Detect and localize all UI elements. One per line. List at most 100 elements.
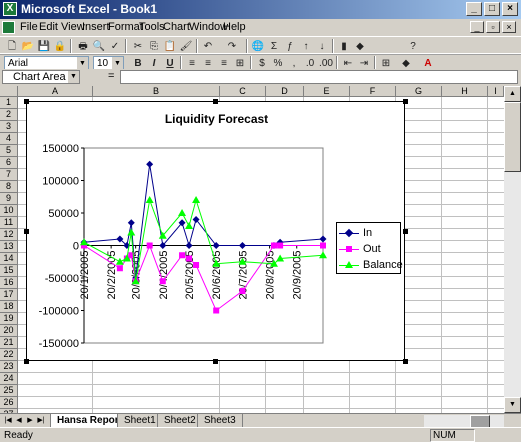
menu-edit[interactable]: Edit bbox=[39, 21, 58, 33]
worksheet-grid[interactable]: A B C D E F G H I 1 2 3 4 5 6 7 8 9 10 11 12 13 14 15 1… bbox=[0, 86, 521, 413]
resize-handle[interactable] bbox=[403, 99, 408, 104]
column-header-h[interactable]: H bbox=[442, 86, 488, 97]
print-icon[interactable]: 🖶 bbox=[75, 39, 91, 54]
row-header-5[interactable]: 5 bbox=[0, 145, 18, 157]
workbook-icon[interactable] bbox=[2, 21, 15, 34]
menu-file[interactable]: File bbox=[20, 21, 38, 33]
open-icon[interactable]: 📂 bbox=[20, 39, 36, 54]
row-header-18[interactable]: 18 bbox=[0, 301, 18, 313]
sort-descending-icon[interactable]: ↓ bbox=[314, 39, 330, 54]
chevron-down-icon[interactable]: ▼ bbox=[68, 71, 79, 83]
row-header-25[interactable]: 25 bbox=[0, 385, 18, 397]
formula-input[interactable] bbox=[120, 70, 518, 84]
paste-icon[interactable]: 📋 bbox=[162, 39, 178, 54]
vertical-scroll-thumb[interactable] bbox=[504, 102, 521, 172]
row-header-21[interactable]: 21 bbox=[0, 337, 18, 349]
row-header-10[interactable]: 10 bbox=[0, 205, 18, 217]
column-header-a[interactable]: A bbox=[18, 86, 93, 97]
row-header-26[interactable]: 26 bbox=[0, 397, 18, 409]
x-tick-label: 20/6/2005 bbox=[211, 251, 223, 300]
column-header-g[interactable]: G bbox=[396, 86, 442, 97]
column-header-c[interactable]: C bbox=[220, 86, 266, 97]
row-header-1[interactable]: 1 bbox=[0, 97, 18, 109]
row-header-7[interactable]: 7 bbox=[0, 169, 18, 181]
row-header-22[interactable]: 22 bbox=[0, 349, 18, 361]
row-header-2[interactable]: 2 bbox=[0, 109, 18, 121]
autosum-icon[interactable]: Σ bbox=[266, 39, 282, 54]
row-header-19[interactable]: 19 bbox=[0, 313, 18, 325]
row-header-15[interactable]: 15 bbox=[0, 265, 18, 277]
resize-handle[interactable] bbox=[213, 359, 218, 364]
function-icon[interactable]: ƒ bbox=[282, 39, 298, 54]
vertical-scrollbar[interactable]: ▲ ▼ bbox=[504, 86, 521, 413]
hyperlink-icon[interactable]: 🌐 bbox=[250, 39, 266, 54]
close-button[interactable]: × bbox=[502, 2, 518, 16]
save-icon[interactable]: 💾 bbox=[36, 39, 52, 54]
resize-handle[interactable] bbox=[213, 99, 218, 104]
chart-area[interactable]: Liquidity Forecast 150000 100000 50000 0 -50… bbox=[26, 101, 405, 361]
column-header-d[interactable]: D bbox=[266, 86, 304, 97]
row-header-4[interactable]: 4 bbox=[0, 133, 18, 145]
maximize-button[interactable]: □ bbox=[484, 2, 500, 16]
column-header-i[interactable]: I bbox=[488, 86, 504, 97]
select-all-corner[interactable] bbox=[0, 86, 18, 97]
sheet-tab-sheet3[interactable]: Sheet3 bbox=[197, 414, 243, 428]
chart-legend[interactable]: In Out Balance bbox=[336, 222, 403, 274]
row-header-24[interactable]: 24 bbox=[0, 373, 18, 385]
row-header-3[interactable]: 3 bbox=[0, 121, 18, 133]
help-icon[interactable]: ? bbox=[405, 39, 421, 54]
resize-handle[interactable] bbox=[403, 359, 408, 364]
row-header-14[interactable]: 14 bbox=[0, 253, 18, 265]
row-header-6[interactable]: 6 bbox=[0, 157, 18, 169]
resize-handle[interactable] bbox=[24, 99, 29, 104]
row-header-13[interactable]: 13 bbox=[0, 241, 18, 253]
column-header-f[interactable]: F bbox=[350, 86, 396, 97]
format-painter-icon[interactable]: 🖌 bbox=[178, 39, 194, 54]
menu-insert[interactable]: Insert bbox=[82, 21, 110, 33]
column-header-e[interactable]: E bbox=[304, 86, 350, 97]
column-header-b[interactable]: B bbox=[93, 86, 220, 97]
new-icon[interactable]: 🗋 bbox=[4, 39, 20, 54]
row-header-20[interactable]: 20 bbox=[0, 325, 18, 337]
copy-icon[interactable]: ⎘ bbox=[146, 39, 162, 54]
row-header-23[interactable]: 23 bbox=[0, 361, 18, 373]
prev-sheet-icon[interactable]: ◀ bbox=[14, 415, 24, 427]
undo-icon[interactable]: ↶ bbox=[200, 39, 216, 54]
sheet-tab-sheet2[interactable]: Sheet2 bbox=[157, 414, 203, 428]
drawing-icon[interactable]: ◆ bbox=[352, 39, 368, 54]
menu-chart[interactable]: Chart bbox=[163, 21, 190, 33]
scroll-down-icon[interactable]: ▼ bbox=[504, 397, 521, 413]
resize-handle[interactable] bbox=[24, 229, 29, 234]
excel-app-icon[interactable]: X bbox=[3, 2, 17, 16]
row-header-16[interactable]: 16 bbox=[0, 277, 18, 289]
doc-minimize-button[interactable]: _ bbox=[470, 21, 484, 33]
minimize-button[interactable]: _ bbox=[466, 2, 482, 16]
sheet-tab-sheet1[interactable]: Sheet1 bbox=[117, 414, 163, 428]
scroll-up-icon[interactable]: ▲ bbox=[504, 86, 521, 102]
row-header-17[interactable]: 17 bbox=[0, 289, 18, 301]
row-header-11[interactable]: 11 bbox=[0, 217, 18, 229]
chart-wizard-icon[interactable]: ▮ bbox=[336, 39, 352, 54]
row-header-12[interactable]: 12 bbox=[0, 229, 18, 241]
row-header-8[interactable]: 8 bbox=[0, 181, 18, 193]
first-sheet-icon[interactable]: |◀ bbox=[3, 415, 13, 427]
doc-restore-button[interactable]: ▫ bbox=[486, 21, 500, 33]
print-preview-icon[interactable]: 🔍 bbox=[91, 39, 107, 54]
resize-handle[interactable] bbox=[24, 359, 29, 364]
name-box[interactable]: Chart Area ▼ bbox=[2, 70, 80, 84]
last-sheet-icon[interactable]: ▶| bbox=[36, 415, 46, 427]
sort-ascending-icon[interactable]: ↑ bbox=[298, 39, 314, 54]
resize-handle[interactable] bbox=[403, 229, 408, 234]
formula-bar: Chart Area ▼ = bbox=[0, 69, 521, 85]
redo-icon[interactable]: ↷ bbox=[224, 39, 240, 54]
next-sheet-icon[interactable]: ▶ bbox=[25, 415, 35, 427]
permission-icon[interactable]: 🔒 bbox=[52, 39, 68, 54]
menu-tools[interactable]: Tools bbox=[139, 21, 165, 33]
spelling-icon[interactable]: ✓ bbox=[107, 39, 123, 54]
doc-close-button[interactable]: × bbox=[502, 21, 516, 33]
row-header-9[interactable]: 9 bbox=[0, 193, 18, 205]
toolbar-separator bbox=[70, 39, 72, 54]
menu-format[interactable]: Format bbox=[108, 21, 143, 33]
menu-help[interactable]: Help bbox=[223, 21, 246, 33]
cut-icon[interactable]: ✂ bbox=[130, 39, 146, 54]
